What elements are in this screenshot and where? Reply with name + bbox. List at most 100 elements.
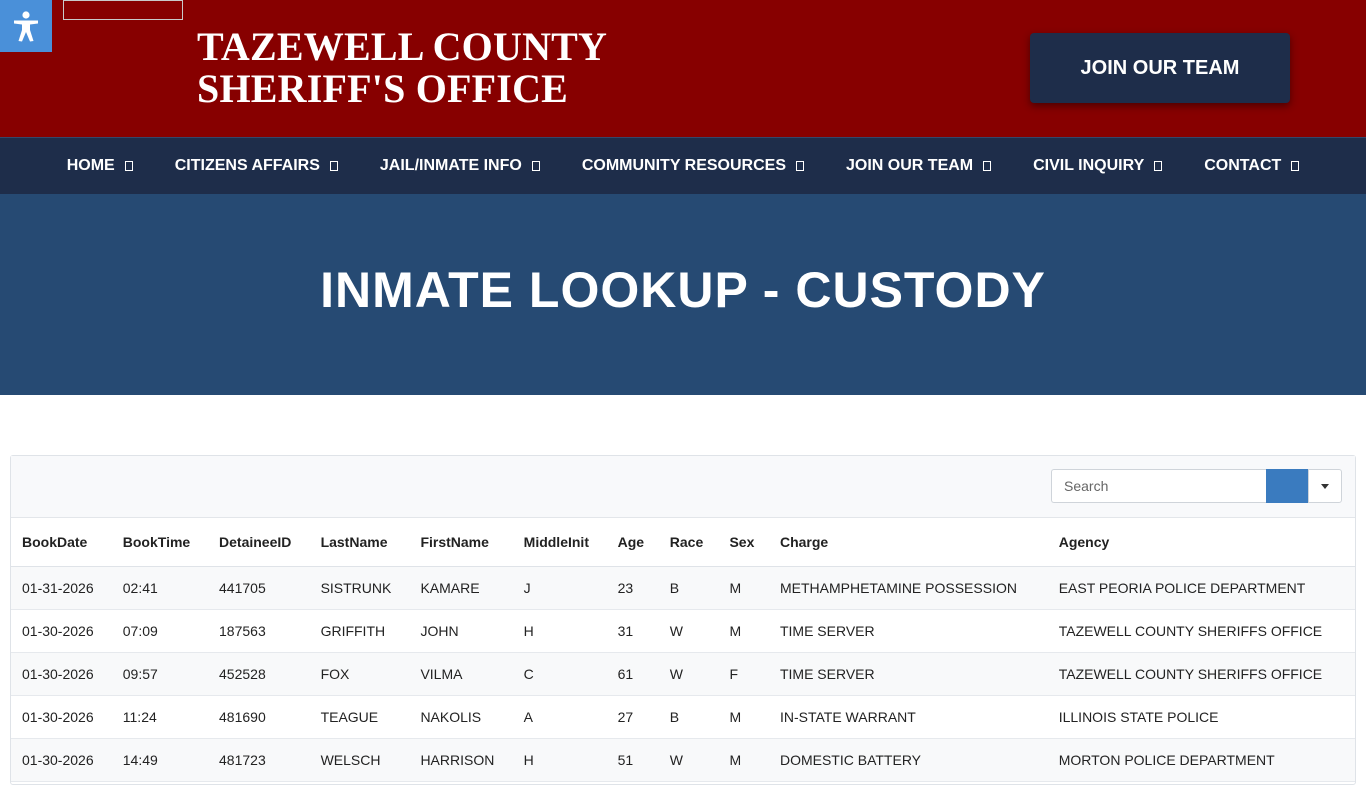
table-row[interactable]: 01-30-2026 14:49 481723 WELSCH HARRISON H 51 W M… [11,738,1355,782]
inmate-table-panel: BookDateBookTimeDetaineeIDLastNameFirstN… [10,455,1356,785]
table-cell: 02:41 [111,566,209,610]
table-toolbar [11,456,1355,518]
table-cell: FOX [309,652,410,696]
dropdown-icon [124,161,133,171]
table-cell: TAZEWELL COUNTY SHERIFFS OFFICE [1047,609,1355,653]
column-header[interactable]: Sex [718,518,769,567]
column-header[interactable]: Race [658,518,719,567]
table-row[interactable]: 01-30-2026 09:57 452528 FOX VILMA C 61 W F TIME S… [11,652,1355,696]
table-cell: TAZEWELL COUNTY SHERIFFS OFFICE [1047,652,1355,696]
accessibility-person-icon [14,11,38,42]
nav-item-jail-inmate-info[interactable]: JAIL/INMATE INFO [359,157,561,175]
column-header[interactable]: Age [606,518,659,567]
table-cell: 14:49 [111,738,209,782]
table-cell: H [512,609,607,653]
table-row[interactable]: 01-31-2026 02:41 441705 SISTRUNK KAMARE J 23 B M… [11,566,1355,610]
table-cell: JOHN [409,609,513,653]
table-cell: TEAGUE [309,695,410,739]
table-cell: 01-30-2026 [11,738,112,782]
table-cell: DOMESTIC BATTERY [768,738,1048,782]
dropdown-icon [1154,161,1163,171]
table-cell: F [718,652,769,696]
table-cell: METHAMPHETAMINE POSSESSION [768,566,1048,610]
search-button[interactable] [1266,469,1308,503]
table-cell: 481690 [208,695,310,739]
main-nav: HOME CITIZENS AFFAIRS JAIL/INMATE INFO C… [0,137,1366,194]
column-header[interactable]: BookTime [111,518,209,567]
search-group [1051,469,1342,503]
nav-item-label: CONTACT [1204,157,1282,174]
site-title[interactable]: TAZEWELL COUNTY SHERIFF'S OFFICE [197,26,607,110]
nav-item-label: JOIN OUR TEAM [846,157,974,174]
table-cell: TIME SERVER [768,609,1048,653]
dropdown-icon [531,161,540,171]
table-cell: GRIFFITH [309,609,410,653]
table-cell: B [658,695,719,739]
table-cell: 01-31-2026 [11,566,112,610]
table-cell: NAKOLIS [409,695,513,739]
dropdown-icon [329,161,338,171]
nav-item-civil-inquiry[interactable]: CIVIL INQUIRY [1012,157,1183,175]
table-cell: 31 [606,609,659,653]
table-cell: 01-30-2026 [11,652,112,696]
table-cell: 01-30-2026 [11,609,112,653]
table-cell: 61 [606,652,659,696]
nav-item-label: CIVIL INQUIRY [1033,157,1145,174]
dropdown-icon [1291,161,1300,171]
table-cell: 09:57 [111,652,209,696]
column-header[interactable]: Charge [768,518,1048,567]
nav-item-label: HOME [66,157,115,174]
table-cell: MORTON POLICE DEPARTMENT [1047,738,1355,782]
table-cell: 23 [606,566,659,610]
table-cell: 27 [606,695,659,739]
nav-item-home[interactable]: HOME [46,157,154,175]
table-cell: ILLINOIS STATE POLICE [1047,695,1355,739]
site-title-line2: SHERIFF'S OFFICE [197,66,569,111]
nav-item-contact[interactable]: CONTACT [1183,157,1320,175]
table-cell: 187563 [208,609,310,653]
table-cell: M [718,609,769,653]
table-cell: H [512,738,607,782]
table-cell: 441705 [208,566,310,610]
table-cell: 481723 [208,738,310,782]
table-cell: 07:09 [111,609,209,653]
accessibility-button[interactable] [0,0,52,52]
table-cell: TIME SERVER [768,652,1048,696]
nav-item-label: JAIL/INMATE INFO [379,157,522,174]
table-cell: 51 [606,738,659,782]
nav-item-community-resources[interactable]: COMMUNITY RESOURCES [561,157,825,175]
table-row[interactable]: 01-30-2026 11:24 481690 TEAGUE NAKOLIS A 27 B M I… [11,695,1355,739]
nav-item-join-our-team[interactable]: JOIN OUR TEAM [825,157,1012,175]
table-cell: HARRISON [409,738,513,782]
site-title-line1: TAZEWELL COUNTY [197,24,608,69]
table-cell: EAST PEORIA POLICE DEPARTMENT [1047,566,1355,610]
table-cell: IN-STATE WARRANT [768,695,1048,739]
inmate-table: BookDate BookTime DetaineeID LastName FirstN… [11,518,1355,782]
table-cell: J [512,566,607,610]
table-cell: 452528 [208,652,310,696]
nav-item-citizens-affairs[interactable]: CITIZENS AFFAIRS [154,157,359,175]
dropdown-icon [796,161,804,171]
column-header[interactable]: DetaineeID [208,518,310,567]
column-header[interactable]: BookDate [11,518,112,567]
dropdown-icon [983,161,992,171]
logo-image[interactable] [63,0,183,20]
search-options-dropdown[interactable] [1308,469,1342,503]
search-input[interactable] [1051,469,1266,503]
table-cell: 11:24 [111,695,209,739]
table-cell: 01-30-2026 [11,695,112,739]
table-cell: VILMA [409,652,513,696]
table-header-row: BookDate BookTime DetaineeID LastName FirstN… [11,518,1355,567]
table-cell: W [658,652,719,696]
table-cell: M [718,738,769,782]
column-header[interactable]: Agency [1047,518,1355,567]
nav-item-label: COMMUNITY RESOURCES [581,157,786,174]
column-header[interactable]: FirstName [409,518,513,567]
join-our-team-button[interactable]: JOIN OUR TEAM [1030,33,1290,103]
column-header[interactable]: LastName [309,518,410,567]
table-row[interactable]: 01-30-2026 07:09 187563 GRIFFITH JOHN H 31 W M TI… [11,609,1355,653]
column-header[interactable]: MiddleInit [512,518,607,567]
table-cell: W [658,738,719,782]
page-title: INMATE LOOKUP - CUSTODY [320,261,1046,318]
table-cell: M [718,695,769,739]
